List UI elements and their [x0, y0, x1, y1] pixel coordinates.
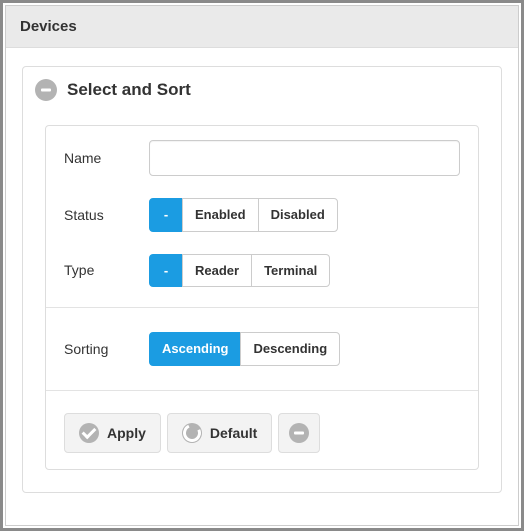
- name-label: Name: [64, 150, 149, 166]
- divider-1: [46, 307, 478, 308]
- panel-title: Devices: [20, 18, 77, 35]
- sorting-ascending-button[interactable]: Ascending: [149, 332, 241, 366]
- status-disabled-button[interactable]: Disabled: [258, 198, 338, 232]
- name-input[interactable]: [149, 140, 460, 176]
- select-sort-card: Select and Sort Name Status - Enabled Di…: [22, 66, 502, 493]
- section-header[interactable]: Select and Sort: [23, 67, 501, 113]
- name-row: Name: [46, 126, 478, 190]
- default-button[interactable]: Default: [167, 413, 272, 453]
- sorting-row: Sorting Ascending Descending: [46, 314, 478, 384]
- collapse-icon: [35, 79, 57, 101]
- status-row: Status - Enabled Disabled: [46, 190, 478, 246]
- filters-card: Name Status - Enabled Disabled Type: [45, 125, 479, 470]
- apply-label: Apply: [107, 425, 146, 441]
- check-icon: [79, 423, 99, 443]
- window-frame: Devices Select and Sort Name Status: [0, 0, 524, 531]
- apply-button[interactable]: Apply: [64, 413, 161, 453]
- sorting-descending-button[interactable]: Descending: [240, 332, 340, 366]
- default-label: Default: [210, 425, 257, 441]
- refresh-icon: [182, 423, 202, 443]
- sorting-toggle: Ascending Descending: [149, 332, 340, 366]
- action-toolbar: Apply Default: [46, 397, 478, 469]
- divider-2: [46, 390, 478, 391]
- section-title: Select and Sort: [67, 80, 191, 100]
- status-enabled-button[interactable]: Enabled: [182, 198, 259, 232]
- status-any-button[interactable]: -: [149, 198, 183, 232]
- type-terminal-button[interactable]: Terminal: [251, 254, 330, 288]
- minus-icon: [289, 423, 309, 443]
- type-reader-button[interactable]: Reader: [182, 254, 252, 288]
- type-row: Type - Reader Terminal: [46, 246, 478, 302]
- panel: Devices Select and Sort Name Status: [5, 5, 519, 526]
- sorting-label: Sorting: [64, 341, 149, 357]
- clear-button[interactable]: [278, 413, 320, 453]
- status-toggle: - Enabled Disabled: [149, 198, 338, 232]
- status-label: Status: [64, 207, 149, 223]
- type-label: Type: [64, 262, 149, 278]
- type-toggle: - Reader Terminal: [149, 254, 330, 288]
- panel-header: Devices: [6, 6, 518, 48]
- type-any-button[interactable]: -: [149, 254, 183, 288]
- panel-body: Select and Sort Name Status - Enabled Di…: [6, 48, 518, 511]
